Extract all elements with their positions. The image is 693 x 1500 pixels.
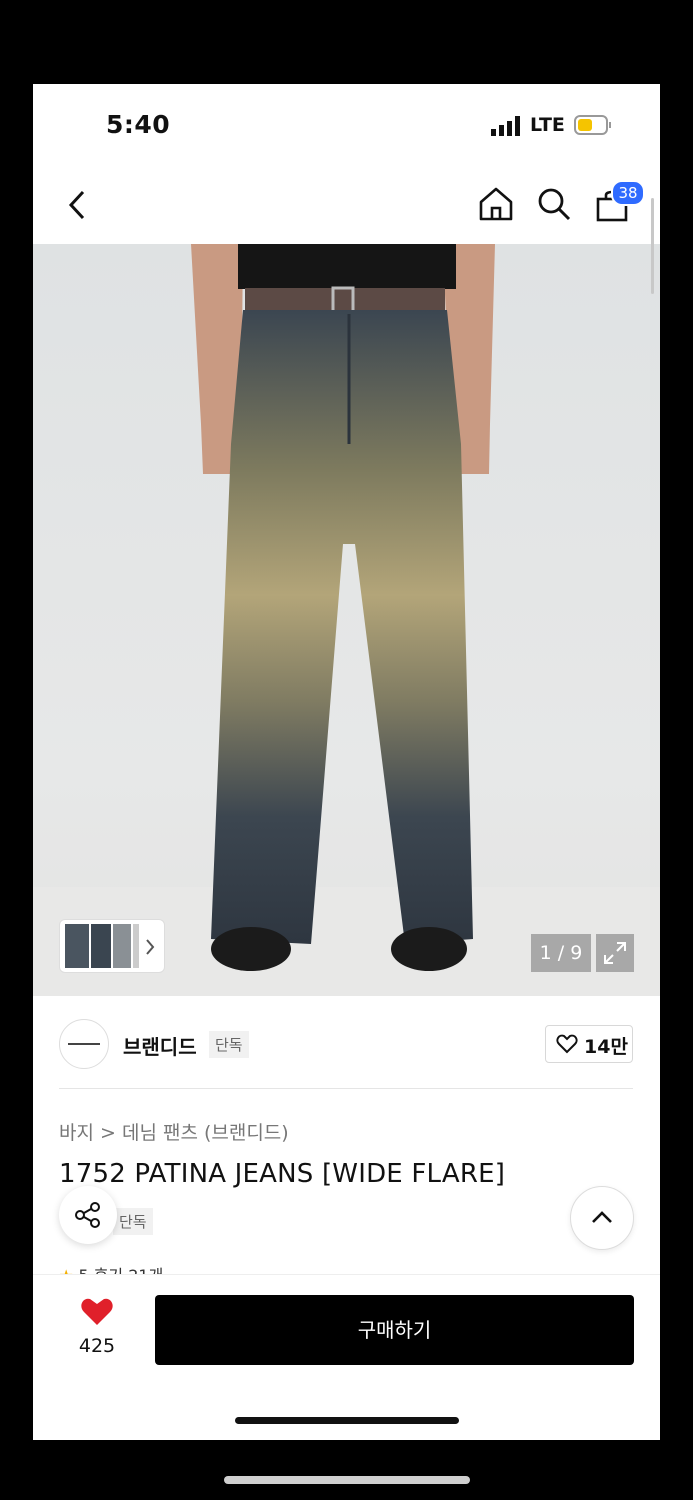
- chevron-right-icon: [146, 939, 155, 955]
- brand-like-button[interactable]: 14만: [545, 1025, 633, 1063]
- outer-home-indicator: [224, 1476, 470, 1484]
- share-button[interactable]: [59, 1186, 117, 1244]
- thumbnail-strip[interactable]: [59, 919, 165, 973]
- cart-count-badge: 38: [611, 180, 645, 206]
- exclusive-badge: 단독: [209, 1031, 249, 1058]
- brand-name[interactable]: 브랜디드: [123, 1031, 197, 1060]
- search-icon[interactable]: [536, 186, 572, 222]
- product-image[interactable]: 1 / 9: [33, 244, 660, 996]
- image-counter: 1 / 9: [531, 934, 591, 972]
- product-exclusive-tag: 단독: [113, 1208, 153, 1235]
- battery-icon: [574, 115, 611, 135]
- phone-screen: 5:40 LTE 38 1 / 9 브랜디드 단독 14만 바지 > 데님 팬츠…: [33, 84, 660, 1440]
- divider: [59, 1088, 633, 1089]
- home-icon[interactable]: [478, 186, 514, 222]
- scroll-to-top-button[interactable]: [570, 1186, 634, 1250]
- product-title: 1752 PATINA JEANS [WIDE FLARE]: [59, 1159, 506, 1189]
- chevron-up-icon: [592, 1211, 612, 1223]
- status-time: 5:40: [106, 110, 171, 139]
- expand-icon: [604, 942, 626, 964]
- like-count: 425: [78, 1335, 116, 1357]
- brand-row: 브랜디드 단독 14만: [33, 1009, 660, 1089]
- home-indicator[interactable]: [235, 1417, 459, 1424]
- bottom-bar: 425 구매하기: [33, 1274, 660, 1440]
- breadcrumb[interactable]: 바지 > 데님 팬츠 (브랜디드): [59, 1118, 289, 1145]
- heart-outline-icon: [556, 1034, 578, 1054]
- scrollbar[interactable]: [651, 198, 654, 294]
- jeans-photo: [191, 244, 495, 971]
- status-bar: 5:40 LTE: [33, 84, 660, 164]
- heart-filled-icon: [81, 1298, 113, 1325]
- buy-button[interactable]: 구매하기: [155, 1295, 634, 1365]
- like-button[interactable]: 425: [69, 1295, 125, 1357]
- brand-logo[interactable]: [59, 1019, 109, 1069]
- brand-logo-mark: [68, 1043, 100, 1045]
- brand-like-count: 14만: [584, 1036, 628, 1058]
- expand-button[interactable]: [596, 934, 634, 972]
- app-bar: [33, 168, 660, 244]
- network-label: LTE: [530, 114, 565, 136]
- back-icon[interactable]: [67, 188, 89, 222]
- share-icon: [75, 1202, 100, 1228]
- signal-icon: [491, 116, 520, 136]
